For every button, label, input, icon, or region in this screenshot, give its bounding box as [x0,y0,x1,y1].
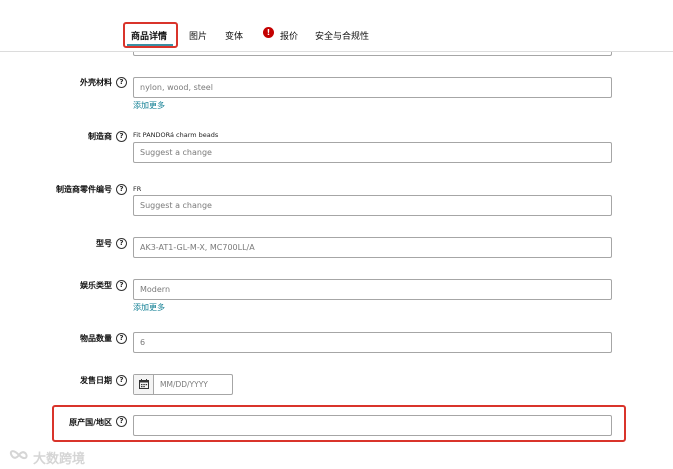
manufacturer-input[interactable] [133,142,612,163]
watermark-text: 大数跨境 [33,452,86,467]
previous-field-stub [133,52,612,56]
quantity-label: 物品数量 [80,334,112,343]
shell-material-label: 外壳材料 [80,78,112,87]
model-label: 型号 [96,239,112,248]
model-input[interactable] [133,237,612,258]
part-number-current-value: FR [133,185,142,193]
tab-offer[interactable]: 报价 [280,29,298,42]
help-icon[interactable]: ? [116,280,127,291]
tab-bar: 商品详情 图片 变体 ! 报价 安全与合规性 [0,0,673,52]
part-number-input[interactable] [133,195,612,216]
tab-highlight-box [123,22,178,48]
entertainment-type-label: 娱乐类型 [80,281,112,290]
help-icon[interactable]: ? [116,416,127,427]
manufacturer-current-value: Fit PANDORá charm beads [133,131,219,139]
entertainment-type-add-more-link[interactable]: 添加更多 [133,302,165,313]
help-icon[interactable]: ? [116,238,127,249]
calendar-icon [139,379,149,389]
tab-variations[interactable]: 变体 [225,29,243,42]
country-of-origin-label: 原产国/地区 [69,418,112,427]
release-date-label: 发售日期 [80,376,112,385]
help-icon[interactable]: ? [116,77,127,88]
calendar-button[interactable] [134,375,154,394]
manufacturer-label: 制造商 [88,132,112,141]
country-of-origin-input[interactable] [133,415,612,436]
watermark: 大数跨境 [8,445,98,467]
tab-images[interactable]: 图片 [189,29,207,42]
warning-icon: ! [263,27,274,38]
help-icon[interactable]: ? [116,184,127,195]
help-icon[interactable]: ? [116,131,127,142]
entertainment-type-input[interactable] [133,279,612,300]
watermark-logo-icon [9,450,28,460]
quantity-input[interactable] [133,332,612,353]
release-date-input[interactable] [156,375,234,394]
shell-material-input[interactable] [133,77,612,98]
release-date-picker [133,374,234,395]
part-number-label: 制造商零件编号 [56,185,112,194]
help-icon[interactable]: ? [116,375,127,386]
tab-safety-compliance[interactable]: 安全与合规性 [315,29,369,42]
help-icon[interactable]: ? [116,333,127,344]
shell-material-add-more-link[interactable]: 添加更多 [133,100,165,111]
